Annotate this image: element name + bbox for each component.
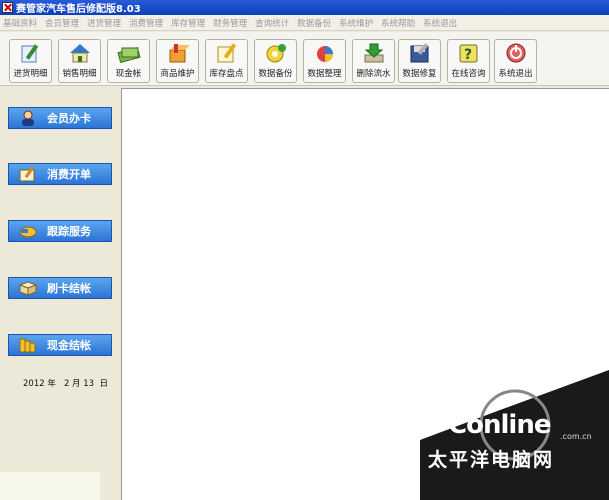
card-checkout-label: 刷卡结帐 <box>47 282 91 295</box>
tracking-service-label: 跟踪服务 <box>47 225 91 238</box>
coins-icon <box>19 337 37 353</box>
backup-disk-icon <box>264 42 288 64</box>
status-corner <box>0 472 100 500</box>
consumption-order-button[interactable]: 消费开单 <box>8 163 112 185</box>
menu-bar: 基础资料 会员管理 进货管理 消费管理 库存管理 财务管理 查询统计 数据备份 … <box>0 15 609 31</box>
menu-member-management[interactable]: 会员管理 <box>45 17 79 29</box>
menu-consumption-management[interactable]: 消费管理 <box>129 17 163 29</box>
online-consult-button[interactable]: ? 在线咨询 <box>447 39 490 83</box>
cash-checkout-button[interactable]: 现金结帐 <box>8 334 112 356</box>
title-bar: 赛管家汽车售后修配版8.03 <box>0 0 609 15</box>
repair-disk-icon <box>408 42 432 64</box>
watermark-chinese: 太平洋电脑网 <box>428 449 555 471</box>
member-card-label: 会员办卡 <box>47 112 91 125</box>
menu-system-maintenance[interactable]: 系统维护 <box>339 17 373 29</box>
menu-data-backup[interactable]: 数据备份 <box>297 17 331 29</box>
svg-text:?: ? <box>464 47 472 63</box>
cash-checkout-label: 现金结帐 <box>47 339 91 352</box>
watermark-domain: .com.cn <box>560 432 592 441</box>
menu-query-statistics[interactable]: 查询统计 <box>255 17 289 29</box>
card-book-icon <box>18 280 38 296</box>
consumption-order-label: 消费开单 <box>47 168 91 181</box>
purchase-detail-button[interactable]: 进货明细 <box>9 39 52 83</box>
toolbar: 进货明细 销售明细 现金帐 商品维护 库存盘点 数据备份 数据整理 删除流水 数… <box>0 32 609 86</box>
pie-tools-icon <box>313 42 337 64</box>
tracking-service-button[interactable]: 跟踪服务 <box>8 220 112 242</box>
current-date: 2012 年 2 月 13 日 <box>23 379 108 389</box>
cash-bundle-icon <box>116 42 141 64</box>
download-arrow-icon <box>362 42 386 64</box>
card-checkout-button[interactable]: 刷卡结帐 <box>8 277 112 299</box>
data-cleanup-button[interactable]: 数据整理 <box>303 39 346 83</box>
watermark-brand: PConline <box>430 410 551 440</box>
pencil-document-icon <box>19 42 43 64</box>
sales-detail-button[interactable]: 销售明细 <box>58 39 101 83</box>
power-icon <box>504 42 528 64</box>
pencil-check-icon <box>215 42 239 64</box>
sidebar: 会员办卡 消费开单 跟踪服务 刷卡结帐 现金结帐 2012 年 2 月 13 日 <box>0 87 121 500</box>
write-note-icon <box>19 166 37 182</box>
menu-inventory-management[interactable]: 库存管理 <box>171 17 205 29</box>
app-icon <box>2 2 13 13</box>
data-repair-button[interactable]: 数据修复 <box>398 39 441 83</box>
house-icon <box>68 42 92 64</box>
cash-account-button[interactable]: 现金帐 <box>107 39 150 83</box>
product-maintenance-button[interactable]: 商品维护 <box>156 39 199 83</box>
menu-system-exit[interactable]: 系统退出 <box>423 17 457 29</box>
menu-basic-data[interactable]: 基础资料 <box>3 17 37 29</box>
system-exit-button[interactable]: 系统退出 <box>494 39 537 83</box>
menu-system-help[interactable]: 系统帮助 <box>381 17 415 29</box>
menu-purchase-management[interactable]: 进货管理 <box>87 17 121 29</box>
data-backup-button[interactable]: 数据备份 <box>254 39 297 83</box>
delete-records-button[interactable]: 删除流水 <box>352 39 395 83</box>
question-icon: ? <box>457 42 481 64</box>
person-icon <box>19 110 37 126</box>
inventory-count-button[interactable]: 库存盘点 <box>205 39 248 83</box>
box-icon <box>166 42 190 64</box>
pconline-watermark: PConline .com.cn 太平洋电脑网 <box>420 370 609 500</box>
member-card-button[interactable]: 会员办卡 <box>8 107 112 129</box>
handshake-icon <box>19 223 37 239</box>
menu-finance-management[interactable]: 财务管理 <box>213 17 247 29</box>
window-title: 赛管家汽车售后修配版8.03 <box>16 4 141 15</box>
